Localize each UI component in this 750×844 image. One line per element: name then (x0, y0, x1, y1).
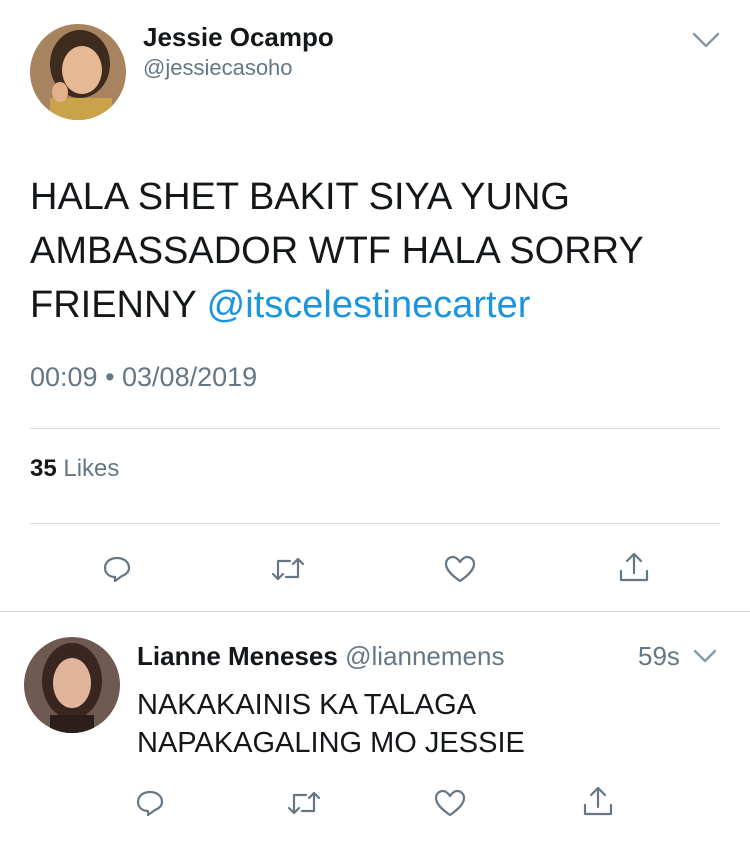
likes-count: 35 (30, 455, 57, 482)
like-icon[interactable] (440, 549, 480, 589)
reply-icon[interactable] (97, 549, 137, 589)
reply-author-handle[interactable]: @liannemens (345, 641, 504, 671)
reply-chevron-down-icon[interactable] (688, 636, 722, 676)
reply-retweet-icon[interactable] (284, 783, 324, 823)
reply-text-line: NAPAKAGALING MO JESSIE (137, 727, 525, 759)
likes-stat[interactable]: 35 Likes (30, 455, 119, 483)
reply-text: NAKAKAINIS KA TALAGA NAPAKAGALING MO JES… (137, 686, 525, 762)
reply-text-line: NAKAKAINIS KA TALAGA (137, 689, 477, 721)
tweet-timestamp[interactable]: 00:09 • 03/08/2019 (30, 362, 257, 393)
reply-like-icon[interactable] (430, 783, 470, 823)
divider (30, 428, 720, 429)
author-name[interactable]: Jessie Ocampo (143, 22, 334, 53)
reply-time: 59s (638, 641, 680, 671)
author-handle[interactable]: @jessiecasoho (143, 55, 293, 81)
tweet-text: HALA SHET BAKIT SIYA YUNG AMBASSADOR WTF… (30, 170, 720, 332)
reply-author-avatar[interactable] (24, 637, 120, 733)
reply-header: Lianne Meneses @liannemens (137, 641, 504, 672)
reply-reply-icon[interactable] (130, 783, 170, 823)
share-icon[interactable] (614, 547, 654, 587)
reply-author-name[interactable]: Lianne Meneses (137, 641, 338, 671)
tweet-mention-link[interactable]: @itscelestinecarter (207, 284, 531, 326)
retweet-icon[interactable] (268, 549, 308, 589)
divider (30, 523, 720, 524)
reply-share-icon[interactable] (578, 781, 618, 821)
chevron-down-icon[interactable] (686, 20, 726, 60)
section-divider (0, 611, 750, 612)
likes-label: Likes (63, 455, 120, 482)
author-avatar[interactable] (30, 24, 126, 120)
